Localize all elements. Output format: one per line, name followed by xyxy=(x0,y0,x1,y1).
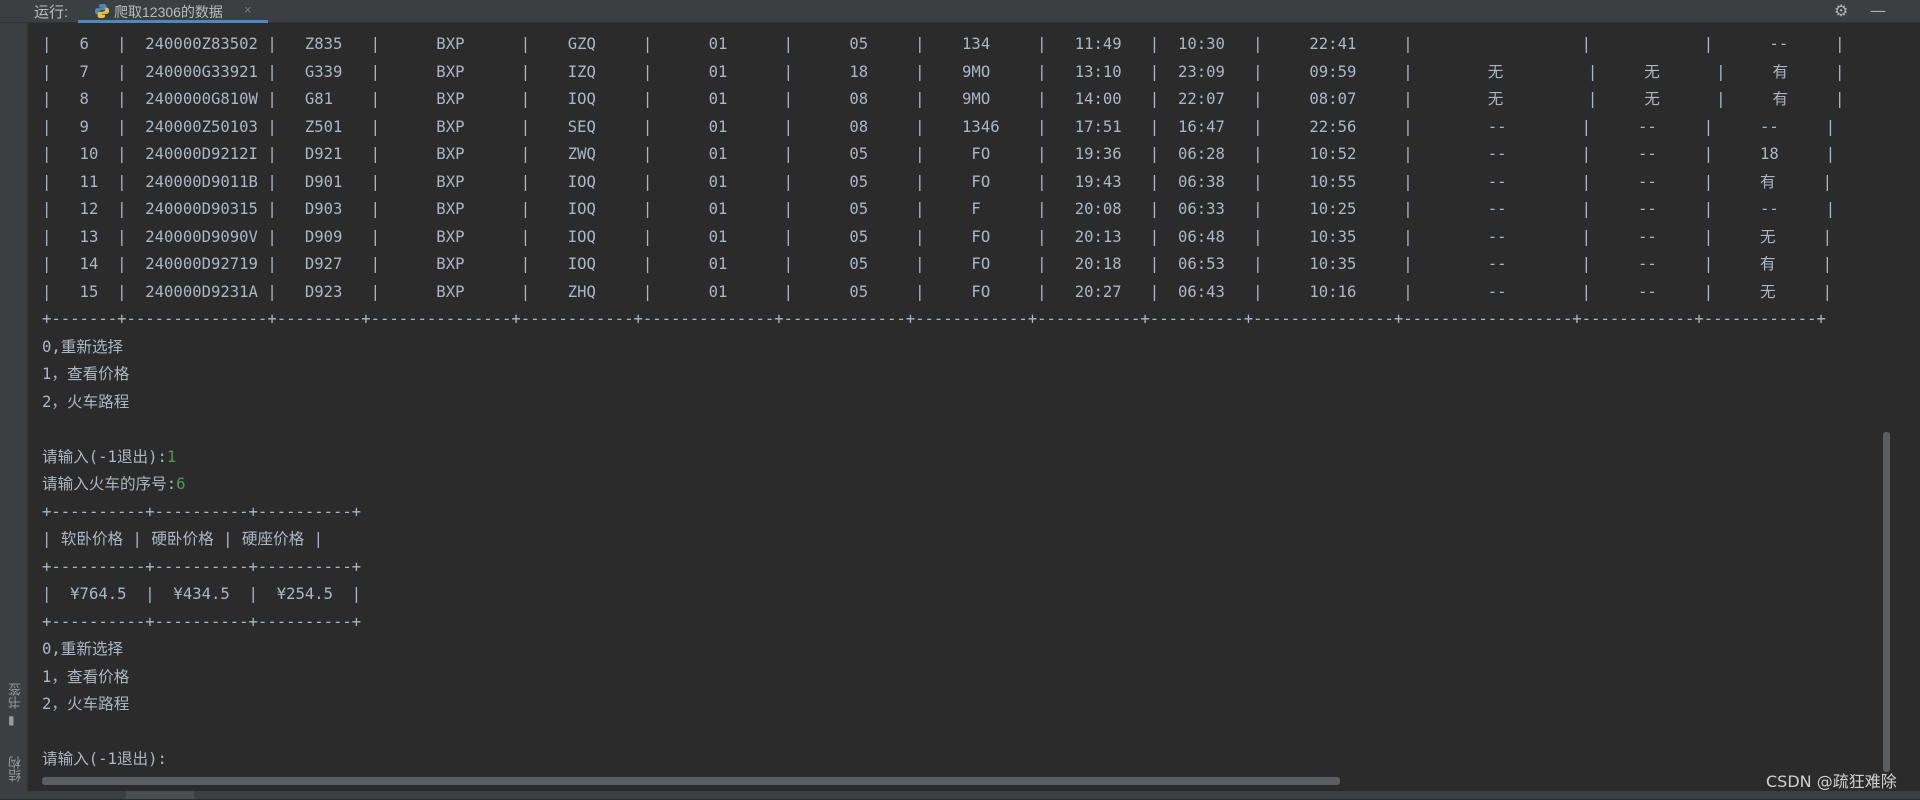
structure-tool-button[interactable]: 结构 xyxy=(6,756,25,782)
menu-option-reselect: 0,重新选择 xyxy=(42,640,124,658)
console-line: | 13 | 240000D9090V | D909 | BXP | IOQ |… xyxy=(42,228,1832,246)
console-line: | 12 | 240000D90315 | D903 | BXP | IOQ |… xyxy=(42,200,1836,218)
bookmark-icon[interactable]: ▮ xyxy=(8,713,15,727)
console-line: | 9 | 240000Z50103 | Z501 | BXP | SEQ | … xyxy=(42,118,1836,136)
watermark: CSDN @疏狂难除 xyxy=(1766,772,1897,791)
console-line: | 15 | 240000D9231A | D923 | BXP | ZHQ |… xyxy=(42,283,1832,301)
menu-option-reselect: 0,重新选择 xyxy=(42,338,124,356)
run-label: 运行: xyxy=(34,4,69,21)
menu-option-price: 1，查看价格 xyxy=(42,365,130,383)
menu-option-route: 2，火车路程 xyxy=(42,695,130,713)
console-line: | 11 | 240000D9011B | D901 | BXP | IOQ |… xyxy=(42,173,1832,191)
minimize-icon[interactable]: — xyxy=(1870,1,1886,20)
vertical-scrollbar-thumb[interactable] xyxy=(1883,432,1890,772)
prompt-line: 请输入(-1退出): xyxy=(42,750,167,768)
console-line: | 7 | 240000G33921 | G339 | BXP | IZQ | … xyxy=(42,63,1845,81)
console-line: | 10 | 240000D9212I | D921 | BXP | ZWQ |… xyxy=(42,145,1836,163)
prompt-line: 请输入(-1退出):1 xyxy=(42,444,176,471)
price-table-border: +----------+----------+----------+ xyxy=(42,613,362,631)
left-tool-strip: 书签 ▮ 结构 ▪ xyxy=(0,23,28,800)
user-input: 1 xyxy=(166,448,177,466)
console-output[interactable]: | 6 | 240000Z83502 | Z835 | BXP | GZQ | … xyxy=(28,23,1892,778)
horizontal-scrollbar-thumb[interactable] xyxy=(42,777,1340,785)
prompt-text: 请输入火车的序号: xyxy=(42,475,177,493)
bottom-tool-bar xyxy=(0,791,1920,799)
run-tab[interactable]: 爬取12306的数据 × xyxy=(78,0,268,23)
menu-option-route: 2，火车路程 xyxy=(42,393,130,411)
bookmarks-tool-button[interactable]: 书签 xyxy=(6,683,25,709)
table-border-line: +-------+---------------+---------+-----… xyxy=(42,310,1826,328)
prompt-line: 请输入火车的序号:6 xyxy=(42,471,186,498)
price-table-row: | ¥764.5 | ¥434.5 | ¥254.5 | xyxy=(42,585,362,603)
price-table-border: +----------+----------+----------+ xyxy=(42,503,362,521)
python-icon xyxy=(95,4,109,18)
price-table-border: +----------+----------+----------+ xyxy=(42,558,362,576)
close-icon[interactable]: × xyxy=(244,2,252,17)
run-tab-title: 爬取12306的数据 xyxy=(114,4,223,20)
prompt-text: 请输入(-1退出): xyxy=(42,448,167,466)
console-line: | 6 | 240000Z83502 | Z835 | BXP | GZQ | … xyxy=(42,35,1845,53)
console-line: | 14 | 240000D92719 | D927 | BXP | IOQ |… xyxy=(42,255,1832,273)
price-table-header: | 软卧价格 | 硬卧价格 | 硬座价格 | xyxy=(42,530,324,548)
menu-option-price: 1，查看价格 xyxy=(42,668,130,686)
gear-icon[interactable]: ⚙ xyxy=(1834,1,1848,20)
console-line: | 8 | 2400000G810W | G81 | BXP | IOQ | 0… xyxy=(42,90,1845,108)
bottom-tool-tab[interactable] xyxy=(126,791,194,799)
run-toolwindow-header: 运行: 爬取12306的数据 × ⚙ — xyxy=(0,0,1920,23)
user-input: 6 xyxy=(176,475,186,493)
